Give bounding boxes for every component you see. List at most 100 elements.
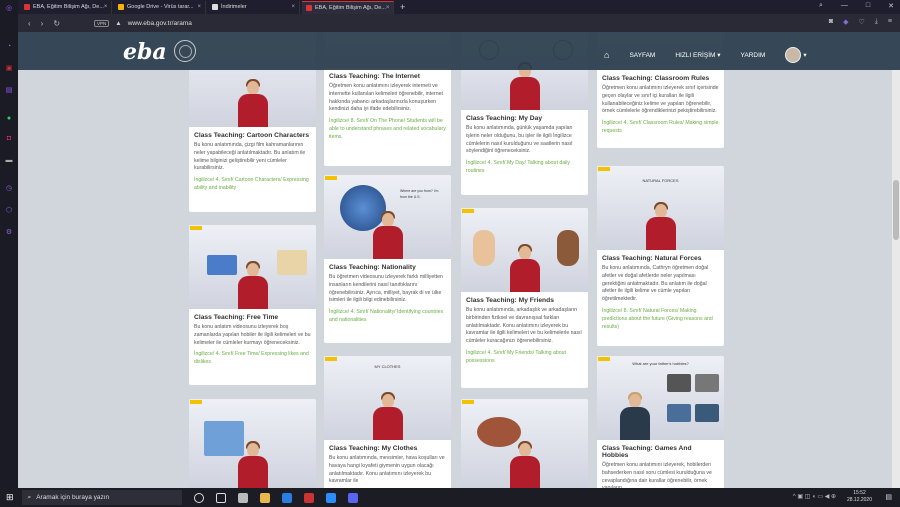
player-icon[interactable]: ▬	[4, 156, 14, 165]
file-explorer-icon[interactable]	[259, 492, 270, 503]
card-title[interactable]: Class Teaching: Free Time	[189, 309, 316, 324]
card-category-link[interactable]: İngilizce/ 4. Sınıf/ Free Time/ Expressi…	[189, 347, 316, 373]
card-description: Bu konu anlatımında, Cathryn öğretmen do…	[602, 265, 709, 303]
tab-4[interactable]: EBA, Eğitim Bilişim Ağı, De... ×	[302, 0, 394, 14]
teacher-image	[620, 392, 651, 440]
close-icon[interactable]: ×	[386, 5, 390, 11]
close-icon[interactable]: ×	[291, 4, 295, 10]
card-title[interactable]: Class Teaching: Natural Forces	[597, 250, 724, 265]
windows-start-icon[interactable]: ⊞	[6, 492, 14, 503]
forward-icon[interactable]: ›	[41, 19, 44, 28]
video-thumbnail[interactable]: Where are you from? I'm from the U.S.	[324, 175, 451, 259]
photo	[695, 374, 719, 392]
reload-icon[interactable]: ↻	[53, 19, 60, 28]
publisher-tag	[462, 209, 474, 213]
card-category-link[interactable]: İngilizce/ 4. Sınıf/ Nationality/ Identi…	[324, 305, 451, 331]
card-title[interactable]: Class Teaching: Classroom Rules	[597, 70, 724, 85]
content-card[interactable]: What are your father's hobbies? Class Te…	[597, 356, 724, 488]
instagram-icon[interactable]: ◘	[4, 134, 14, 143]
card-category-link[interactable]: İngilizce/ 4. Sınıf/ Cartoon Characters/…	[189, 173, 316, 199]
discord-icon[interactable]	[347, 492, 358, 503]
extensions-icon[interactable]: ⬡	[4, 206, 14, 215]
nav-sayfam[interactable]: SAYFAM	[629, 52, 655, 59]
camera-icon[interactable]: ◙	[829, 18, 833, 26]
video-thumbnail[interactable]	[189, 399, 316, 488]
zoom-icon[interactable]	[325, 492, 336, 503]
back-icon[interactable]: ‹	[28, 19, 31, 28]
video-thumbnail[interactable]: What are your father's hobbies?	[597, 356, 724, 440]
notification-icon[interactable]: ▤	[885, 493, 892, 501]
opera-icon[interactable]	[303, 492, 314, 503]
content-card[interactable]: Class Teaching: Free Time Bu konu anlatı…	[189, 225, 316, 385]
content-card[interactable]: Where are you from? I'm from the U.S. Cl…	[324, 175, 451, 343]
content-card[interactable]	[461, 399, 588, 488]
download-icon[interactable]: ⤓	[875, 18, 878, 26]
content-card[interactable]: Class Teaching: My Friends Bu konu anlat…	[461, 208, 588, 388]
video-thumbnail[interactable]: MY CLOTHES	[324, 356, 451, 440]
store-icon[interactable]	[237, 492, 248, 503]
scrollbar[interactable]	[892, 70, 900, 488]
card-title[interactable]: Class Teaching: My Day	[461, 110, 588, 125]
minimize-icon[interactable]: —	[841, 2, 848, 10]
content-card[interactable]: MY CLOTHES Class Teaching: My Clothes Bu…	[324, 356, 451, 488]
video-thumbnail[interactable]	[461, 399, 588, 488]
history-icon[interactable]: ◷	[4, 184, 14, 193]
cortana-icon[interactable]	[193, 492, 204, 503]
card-title[interactable]: Class Teaching: Games And Hobbies	[597, 440, 724, 462]
content-card[interactable]	[189, 399, 316, 488]
clock[interactable]: 15:52 28.12.2020	[847, 490, 872, 504]
eba-favicon-icon	[24, 4, 30, 10]
illustration	[207, 255, 237, 275]
home-icon[interactable]: ⌂	[604, 50, 609, 60]
taskbar-search[interactable]: ⌕ Aramak için buraya yazın	[21, 490, 182, 505]
card-title[interactable]: Class Teaching: Cartoon Characters	[189, 127, 316, 142]
card-category-link[interactable]: İngilizce/ 4. Sınıf/ My Day/ Talking abo…	[461, 156, 588, 182]
publisher-tag	[325, 357, 337, 361]
vpn-badge[interactable]: VPN	[94, 19, 110, 27]
card-title[interactable]: Class Teaching: My Clothes	[324, 440, 451, 455]
mail-icon[interactable]	[281, 492, 292, 503]
search-icon[interactable]: ⌕	[819, 2, 823, 10]
card-category-link[interactable]: İngilizce/ 4. Sınıf/ My Friends/ Talking…	[461, 346, 588, 372]
card-category-link[interactable]: İngilizce/ 8. Sınıf/ On The Phone/ Stude…	[324, 114, 451, 147]
avatar[interactable]	[785, 47, 802, 63]
whatsapp-icon[interactable]: ●	[4, 114, 14, 123]
card-title[interactable]: Class Teaching: My Friends	[461, 292, 588, 307]
video-thumbnail[interactable]: NATURAL FORCES	[597, 166, 724, 250]
bookmark-icon[interactable]: ▣	[4, 64, 14, 73]
twitch-icon[interactable]: ▤	[4, 86, 14, 95]
maximize-icon[interactable]: □	[866, 2, 870, 10]
close-window-icon[interactable]: ✕	[888, 2, 894, 10]
card-category-link[interactable]: İngilizce/ 8. Sınıf/ Natural Forces/ Mak…	[597, 304, 724, 337]
task-view-icon[interactable]	[215, 492, 226, 503]
eba-logo[interactable]: eba	[123, 39, 167, 65]
nav-hizli-erisim[interactable]: HIZLI ERİŞİM ▾	[675, 51, 720, 59]
tab-3[interactable]: İndirimeler ×	[208, 0, 300, 14]
face-illustration	[557, 230, 579, 266]
card-title[interactable]: Class Teaching: The Internet	[324, 68, 451, 83]
video-thumbnail[interactable]	[461, 208, 588, 292]
user-menu[interactable]: ▾	[785, 47, 807, 63]
scrollbar-thumb[interactable]	[893, 180, 899, 240]
warning-icon: ▲	[115, 19, 122, 27]
card-description: Bu konu anlatım videosunu izleyerek boş …	[194, 324, 311, 346]
close-icon[interactable]: ×	[197, 4, 201, 10]
video-thumbnail[interactable]	[189, 225, 316, 309]
menu-icon[interactable]: ≡	[888, 18, 892, 26]
tab-1[interactable]: EBA, Eğitim Bilişim Ağı, De... ×	[20, 0, 112, 14]
content-card[interactable]: NATURAL FORCES Class Teaching: Natural F…	[597, 166, 724, 346]
teacher-image	[372, 392, 403, 440]
tab-2[interactable]: Google Drive - Virüs tarar... ×	[114, 0, 206, 14]
speed-dial-icon[interactable]: ◔	[4, 42, 14, 51]
card-title[interactable]: Class Teaching: Nationality	[324, 259, 451, 274]
browser-logo-icon[interactable]: ◎	[4, 4, 14, 13]
close-icon[interactable]: ×	[104, 4, 108, 10]
url-field[interactable]: VPN ▲ www.eba.gov.tr/arama	[94, 17, 192, 29]
new-tab-button[interactable]: +	[400, 2, 405, 12]
card-category-link[interactable]: İngilizce/ 4. Sınıf/ Classroom Rules/ Ma…	[597, 116, 724, 142]
settings-icon[interactable]: ⚙	[4, 228, 14, 237]
nav-yardim[interactable]: YARDIM	[741, 52, 766, 59]
shield-icon[interactable]: ◆	[843, 18, 848, 26]
face-illustration	[473, 230, 495, 266]
heart-icon[interactable]: ♡	[859, 18, 865, 26]
